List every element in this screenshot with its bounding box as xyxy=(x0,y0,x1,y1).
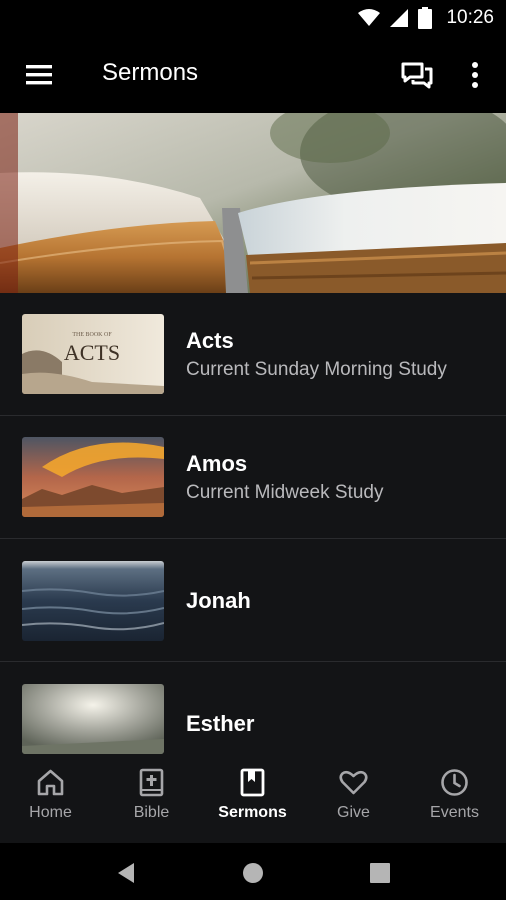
nav-events[interactable]: Events xyxy=(404,755,505,843)
bible-icon xyxy=(139,768,164,797)
open-bible-illustration xyxy=(0,113,506,293)
more-vert-icon[interactable] xyxy=(462,58,488,92)
page-title: Sermons xyxy=(102,59,199,86)
status-clock: 10:26 xyxy=(446,7,494,28)
nav-label: Events xyxy=(430,804,479,821)
heart-icon xyxy=(339,770,368,795)
bookmark-book-icon xyxy=(240,768,265,797)
app-bar: Sermons xyxy=(0,36,506,113)
thumb-text-acts: ACTS xyxy=(64,340,120,365)
back-icon[interactable] xyxy=(106,853,146,893)
hero-image-open-bible[interactable] xyxy=(0,113,506,293)
signal-icon xyxy=(390,9,409,27)
home-icon xyxy=(37,769,64,796)
recents-square-icon[interactable] xyxy=(360,853,400,893)
sermon-thumbnail-acts: THE BOOK OF ACTS xyxy=(22,314,164,394)
battery-icon xyxy=(418,7,433,29)
chat-icon[interactable] xyxy=(400,58,434,92)
bottom-navigation: Home Bible Sermons Give Events xyxy=(0,755,506,843)
sermon-item-acts[interactable]: THE BOOK OF ACTS Acts Current Sunday Mor… xyxy=(0,293,506,416)
sermon-subtitle: Current Midweek Study xyxy=(186,482,384,503)
nav-label: Give xyxy=(337,804,370,821)
clock-icon xyxy=(441,769,468,796)
sermon-item-jonah[interactable]: Jonah xyxy=(0,539,506,662)
thumb-text-small: THE BOOK OF xyxy=(72,332,112,338)
sermon-thumbnail-jonah xyxy=(22,561,164,641)
sermon-title: Amos xyxy=(186,451,248,476)
nav-label: Home xyxy=(29,804,72,821)
sermon-thumbnail-esther xyxy=(22,684,164,754)
menu-icon[interactable] xyxy=(24,60,54,90)
status-icons: 10:26 xyxy=(358,6,494,30)
sermon-thumbnail-amos xyxy=(22,437,164,517)
status-bar: 10:26 xyxy=(0,0,506,36)
nav-label: Sermons xyxy=(218,804,287,821)
nav-bible[interactable]: Bible xyxy=(101,755,202,843)
sermon-title: Jonah xyxy=(186,588,251,613)
nav-label: Bible xyxy=(133,804,170,821)
sermon-item-amos[interactable]: Amos Current Midweek Study xyxy=(0,416,506,539)
sermon-title: Esther xyxy=(186,711,255,736)
wifi-icon xyxy=(358,9,381,26)
system-navigation-bar xyxy=(0,843,506,900)
sermon-subtitle: Current Sunday Morning Study xyxy=(186,359,447,380)
home-circle-icon[interactable] xyxy=(233,853,273,893)
sermon-title: Acts xyxy=(186,328,234,353)
sermon-list: THE BOOK OF ACTS Acts Current Sunday Mor… xyxy=(0,293,506,755)
nav-give[interactable]: Give xyxy=(303,755,404,843)
nav-sermons[interactable]: Sermons xyxy=(202,755,303,843)
sermon-item-esther[interactable]: Esther xyxy=(0,662,506,755)
nav-home[interactable]: Home xyxy=(0,755,101,843)
